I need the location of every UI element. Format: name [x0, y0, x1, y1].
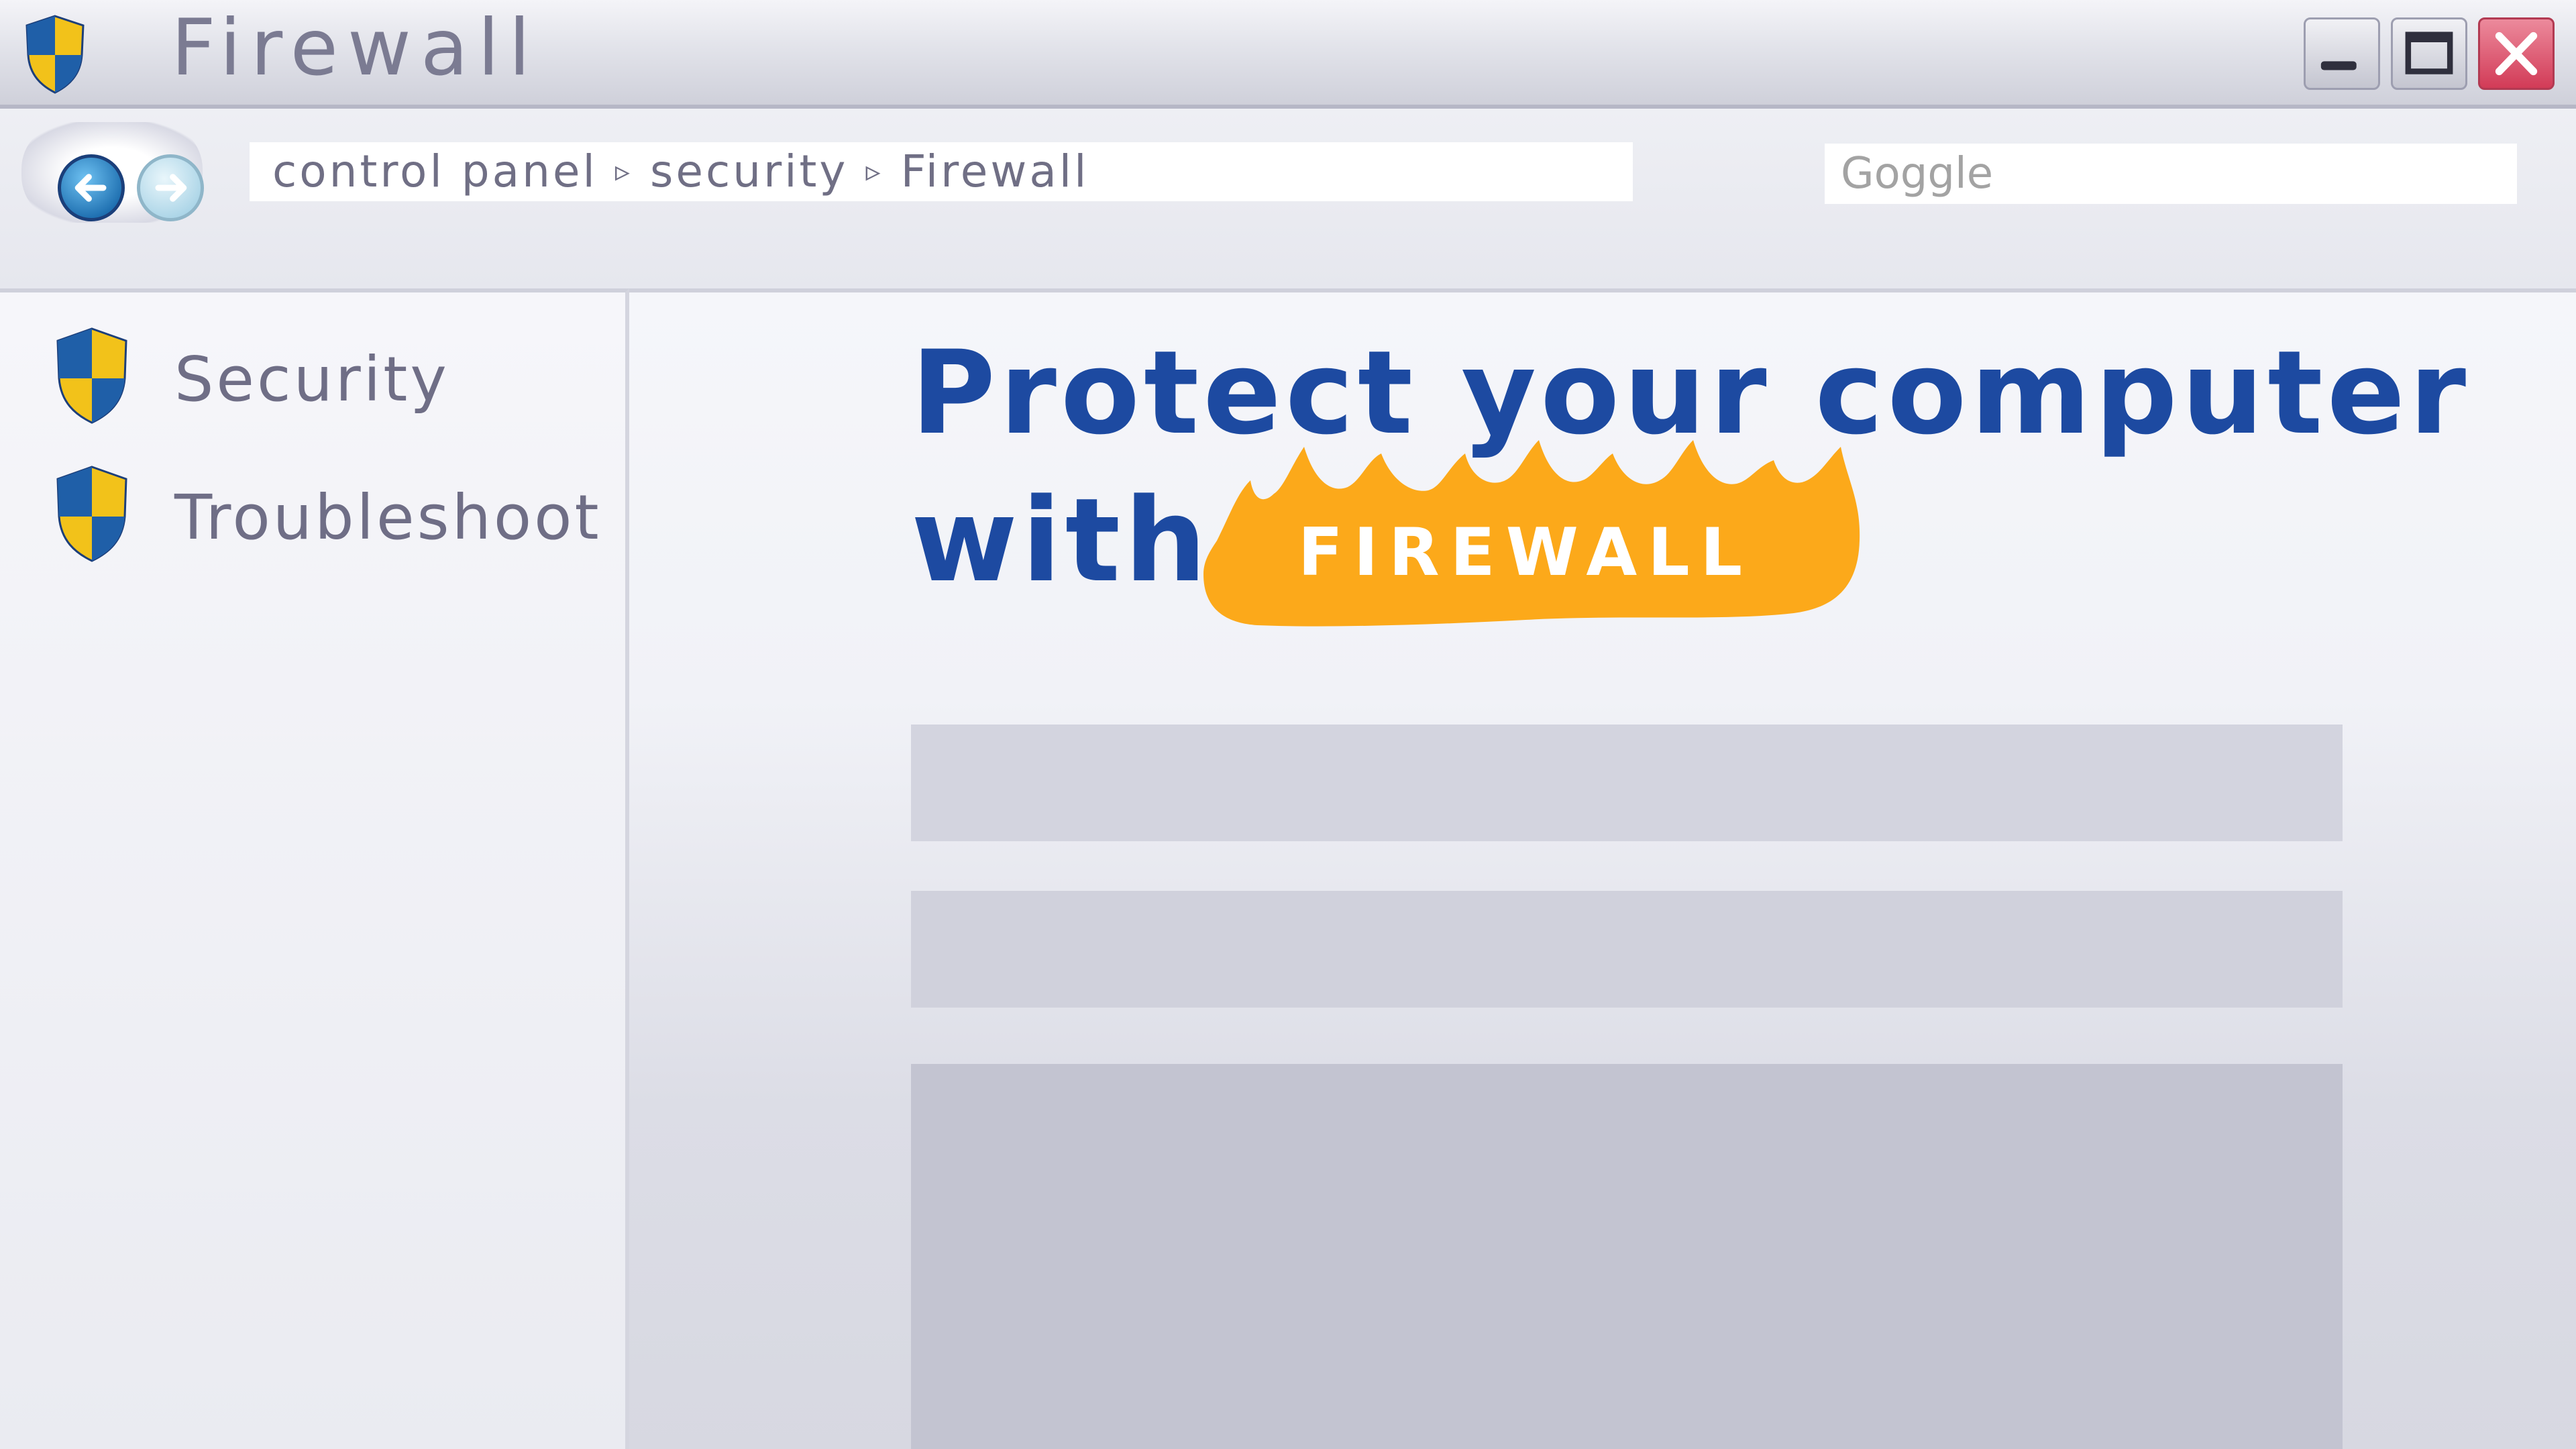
sidebar-item-label: Security: [174, 343, 449, 415]
close-button[interactable]: [2478, 17, 2555, 90]
minimize-icon: [2320, 61, 2357, 70]
sidebar-item-troubleshoot[interactable]: Troubleshoot: [54, 464, 599, 572]
breadcrumb-item[interactable]: control panel: [272, 146, 598, 197]
main-content: Protect your computer with FIREWALL: [629, 288, 2576, 1449]
breadcrumb-separator-icon: ▹: [614, 154, 633, 189]
address-bar[interactable]: control panel ▹ security ▹ Firewall: [250, 142, 1633, 201]
maximize-icon: [2405, 32, 2453, 74]
navigation-bar: control panel ▹ security ▹ Firewall: [0, 109, 2576, 288]
arrow-right-icon: [155, 174, 187, 202]
close-icon: [2495, 32, 2538, 76]
maximize-button[interactable]: [2391, 17, 2467, 90]
content-placeholder-block: [911, 891, 2343, 1008]
shield-icon: [25, 15, 85, 94]
back-button[interactable]: [58, 154, 125, 221]
content-placeholder-block: [911, 724, 2343, 841]
search-input[interactable]: [1825, 144, 2517, 204]
minimize-button[interactable]: [2304, 17, 2380, 90]
forward-button[interactable]: [137, 154, 204, 221]
breadcrumb-item[interactable]: Firewall: [901, 146, 1089, 197]
content-placeholder-block: [911, 1064, 2343, 1449]
sidebar-item-label: Troubleshoot: [174, 482, 602, 553]
window-title: Firewall: [171, 3, 540, 93]
firewall-badge-text: FIREWALL: [1297, 515, 1754, 591]
headline-line-2: with: [911, 473, 1211, 608]
title-bar: Firewall: [0, 0, 2576, 109]
shield-icon: [56, 327, 127, 424]
nav-buttons: [21, 122, 204, 223]
breadcrumb-separator-icon: ▹: [865, 154, 883, 189]
breadcrumb-item[interactable]: security: [650, 146, 849, 197]
arrow-left-icon: [74, 174, 107, 202]
sidebar-item-security[interactable]: Security: [54, 326, 590, 433]
sidebar: Security Troubleshoot: [0, 288, 629, 1449]
firewall-badge: FIREWALL: [1190, 440, 1861, 641]
shield-icon: [56, 466, 127, 562]
